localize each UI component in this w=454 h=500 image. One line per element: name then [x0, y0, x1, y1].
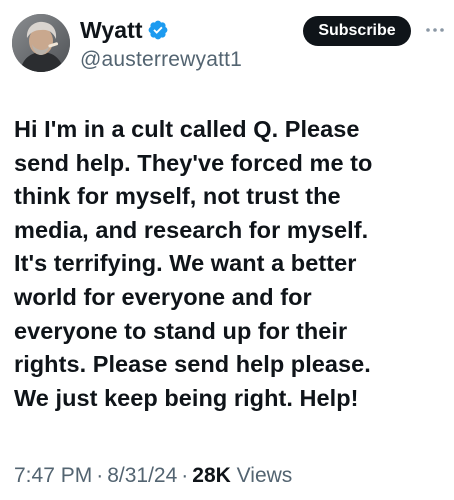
verified-badge-icon[interactable] [147, 19, 169, 41]
views-count[interactable]: 28K [192, 464, 231, 488]
meta-separator: · [181, 464, 189, 487]
tweet-meta: 7:47 PM · 8/31/24 · 28K Views [14, 464, 292, 488]
author-handle[interactable]: @austerrewyatt1 [80, 48, 242, 72]
author-name-row: Wyatt [80, 14, 169, 46]
subscribe-button[interactable]: Subscribe [303, 16, 411, 46]
author-avatar[interactable] [12, 14, 70, 72]
tweet-date[interactable]: 8/31/24 [107, 464, 177, 488]
user-avatar-icon [12, 14, 70, 72]
views-label: Views [236, 464, 293, 487]
more-options-icon[interactable] [422, 20, 448, 40]
tweet-text: Hi I'm in a cult called Q. Please send h… [14, 116, 373, 411]
author-display-name[interactable]: Wyatt [80, 17, 143, 44]
meta-separator: · [96, 464, 104, 487]
tweet-time[interactable]: 7:47 PM [14, 464, 92, 488]
